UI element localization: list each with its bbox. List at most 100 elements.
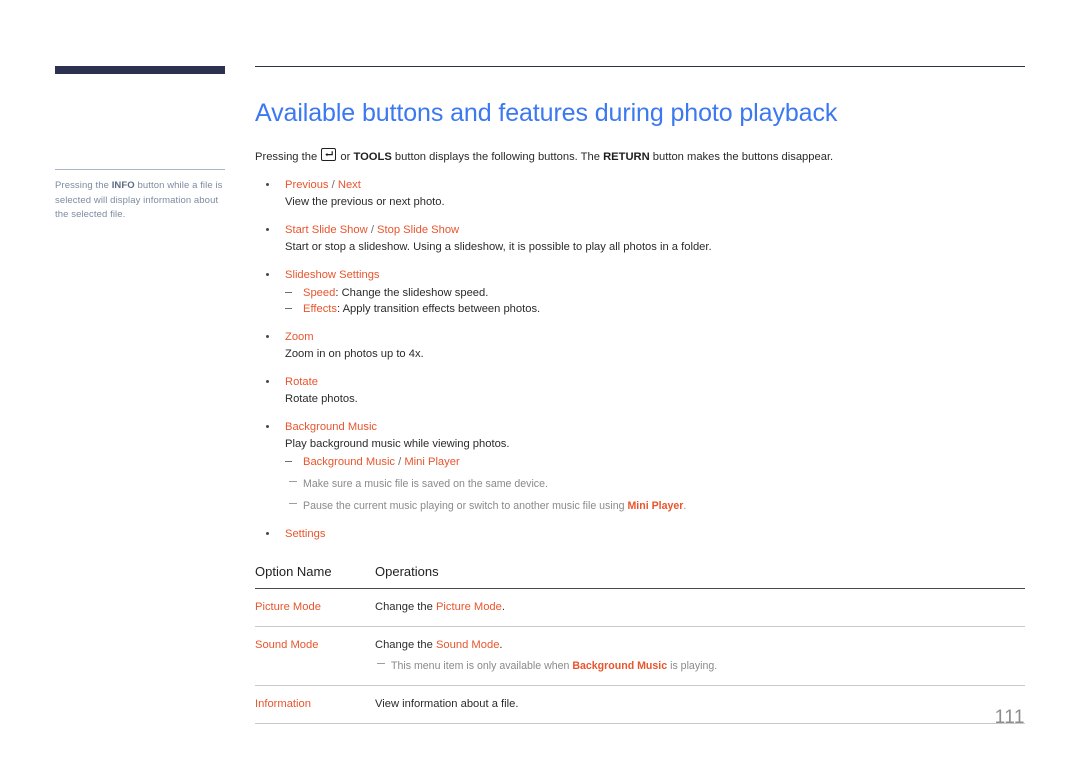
- feature-title: Settings: [285, 527, 326, 540]
- enter-key-icon: [321, 148, 337, 162]
- sub-list: Speed: Change the slideshow speed. Effec…: [285, 285, 1025, 317]
- table-header-row: Option Name Operations: [255, 564, 1025, 589]
- sub-item-text: : Change the slideshow speed.: [335, 286, 489, 299]
- cell-operations: View information about a file.: [375, 685, 1025, 724]
- feature-title: Background Music: [285, 420, 378, 433]
- operation-pre: Change the: [375, 600, 436, 613]
- bullet-dot-icon: [266, 424, 269, 428]
- dash-icon: [285, 460, 292, 462]
- list-item: Zoom Zoom in on photos up to 4x.: [255, 329, 1025, 362]
- note-text-pre: Pause the current music playing or switc…: [303, 499, 628, 512]
- feature-description: View the previous or next photo.: [285, 195, 445, 208]
- manual-page: Pressing the INFO button while a file is…: [0, 0, 1080, 763]
- dash-icon: [285, 291, 292, 293]
- feature-title-a: Previous: [285, 178, 329, 191]
- content-column: Available buttons and features during ph…: [255, 66, 1025, 724]
- sub-item-term: Speed: [303, 286, 336, 299]
- side-note-prefix: Pressing the: [55, 180, 112, 191]
- bullet-dot-icon: [266, 182, 269, 186]
- operation-pre: Change the: [375, 638, 436, 651]
- intro-paragraph: Pressing the or TOOLS button displays th…: [255, 148, 1025, 165]
- dash-icon: [285, 307, 292, 309]
- feature-list: Previous / Next View the previous or nex…: [255, 177, 1025, 542]
- list-item: Start Slide Show / Stop Slide Show Start…: [255, 222, 1025, 255]
- operation-term: Picture Mode: [435, 600, 502, 613]
- table-row: Information View information about a fil…: [255, 685, 1025, 724]
- column-header-option-name: Option Name: [255, 563, 332, 579]
- operation-post: .: [499, 638, 503, 651]
- feature-title-b: Stop Slide Show: [377, 223, 460, 236]
- list-item: Slideshow Settings Speed: Change the sli…: [255, 267, 1025, 317]
- note-line: Pause the current music playing or switc…: [285, 499, 1025, 514]
- bullet-dot-icon: [266, 379, 269, 383]
- column-header-operations: Operations: [375, 563, 439, 579]
- note-text-post: .: [683, 499, 687, 512]
- header-rule: [255, 66, 1025, 68]
- intro-part4: button makes the buttons disappear.: [649, 151, 834, 164]
- options-table: Option Name Operations Picture Mode Chan…: [255, 564, 1025, 724]
- intro-part1: Pressing the: [255, 151, 321, 164]
- feature-title-separator: /: [367, 223, 378, 236]
- intro-part3: button displays the following buttons. T…: [391, 151, 604, 164]
- sub-list-item: Background Music / Mini Player: [285, 454, 1025, 470]
- side-note-divider: [55, 169, 225, 170]
- feature-title-separator: /: [328, 178, 338, 191]
- list-item: Rotate Rotate photos.: [255, 374, 1025, 407]
- sub-list-item: Effects: Apply transition effects betwee…: [285, 301, 1025, 317]
- note-dash-icon: [289, 502, 297, 504]
- feature-description: Rotate photos.: [285, 392, 358, 405]
- note-text: Make sure a music file is saved on the s…: [303, 477, 548, 490]
- sub-item-separator: /: [395, 455, 405, 468]
- sub-item-term-b: Mini Player: [404, 455, 460, 468]
- operation-pre: View information about a file.: [375, 697, 519, 710]
- intro-return-key: RETURN: [603, 151, 650, 164]
- bullet-dot-icon: [266, 272, 269, 276]
- cell-option-name: Sound Mode: [255, 626, 375, 686]
- note-line: Make sure a music file is saved on the s…: [285, 477, 1025, 492]
- cell-option-name: Picture Mode: [255, 588, 375, 627]
- side-note-keyword: INFO: [111, 180, 135, 191]
- feature-description: Play background music while viewing phot…: [285, 437, 510, 450]
- operation-post: .: [501, 600, 505, 613]
- note-text-post: is playing.: [667, 659, 718, 672]
- bullet-dot-icon: [266, 227, 269, 231]
- intro-tools-key: TOOLS: [353, 151, 392, 164]
- note-dash-icon: [377, 662, 385, 664]
- bullet-dot-icon: [266, 334, 269, 338]
- operation-term: Sound Mode: [435, 638, 500, 651]
- sub-list: Background Music / Mini Player: [285, 454, 1025, 470]
- page-title: Available buttons and features during ph…: [255, 99, 838, 128]
- feature-title-b: Next: [337, 178, 361, 191]
- feature-title: Slideshow Settings: [285, 268, 380, 281]
- table-row: Picture Mode Change the Picture Mode.: [255, 588, 1025, 627]
- sub-item-text: : Apply transition effects between photo…: [337, 302, 541, 315]
- table-row: Sound Mode Change the Sound Mode. This m…: [255, 626, 1025, 686]
- side-note: Pressing the INFO button while a file is…: [55, 179, 225, 223]
- cell-operations: Change the Sound Mode. This menu item is…: [375, 626, 1025, 686]
- note-text-bold: Background Music: [572, 659, 668, 672]
- intro-part2: or: [337, 151, 354, 164]
- sub-list-item: Speed: Change the slideshow speed.: [285, 285, 1025, 301]
- note-line: This menu item is only available when Ba…: [375, 659, 1025, 674]
- note-text-bold: Mini Player: [627, 499, 684, 512]
- sub-item-term: Effects: [303, 302, 337, 315]
- side-margin-column: Pressing the INFO button while a file is…: [55, 66, 225, 223]
- list-item: Background Music Play background music w…: [255, 419, 1025, 514]
- list-item: Settings: [255, 526, 1025, 542]
- feature-title: Rotate: [285, 375, 318, 388]
- cell-option-name: Information: [255, 685, 375, 724]
- feature-description: Zoom in on photos up to 4x.: [285, 347, 424, 360]
- cell-operations: Change the Picture Mode.: [375, 588, 1025, 627]
- feature-title-a: Start Slide Show: [285, 223, 368, 236]
- bullet-dot-icon: [266, 531, 269, 535]
- note-text-pre: This menu item is only available when: [391, 659, 573, 672]
- page-number: 111: [994, 707, 1025, 728]
- navy-accent-bar: [55, 66, 225, 74]
- feature-title: Start Slide Show / Stop Slide Show: [285, 222, 1025, 238]
- list-item: Previous / Next View the previous or nex…: [255, 177, 1025, 210]
- note-dash-icon: [289, 480, 297, 482]
- feature-title: Previous / Next: [285, 177, 1025, 193]
- feature-description: Start or stop a slideshow. Using a slide…: [285, 240, 712, 253]
- feature-title: Zoom: [285, 330, 314, 343]
- sub-item-term-a: Background Music: [303, 455, 396, 468]
